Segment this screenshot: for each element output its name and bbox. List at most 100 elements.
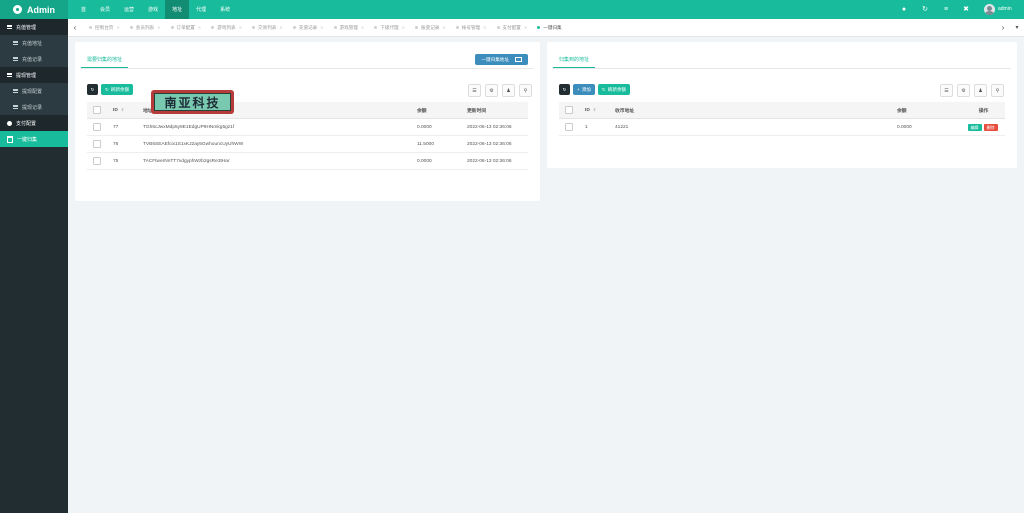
circle-icon[interactable]: ● (899, 4, 909, 14)
tab-game-mgmt[interactable]: 游戏管理 ✕ (329, 19, 370, 36)
edit-button[interactable]: 编辑 (967, 123, 982, 131)
panel-header: 需要归集的地址 一键归集地址 (81, 52, 534, 69)
sidebar-item-recharge-records[interactable]: 充值记录 (0, 51, 68, 67)
cell-address: TVB6SEAEfcix1S1xKJ2ay5GwhouncUyUhWW (142, 135, 416, 153)
button-label: 一键归集地址 (481, 56, 509, 62)
topnav-item-games[interactable]: 游戏 (141, 0, 165, 19)
chevron-down-icon[interactable]: ▾ (1010, 19, 1024, 36)
close-icon[interactable]: ✕ (320, 25, 323, 30)
column-header-id[interactable]: ID ⇕ (112, 102, 142, 119)
plus-icon: + (577, 87, 580, 92)
refresh-icon: ↻ (601, 86, 606, 92)
close-icon[interactable]: ✕ (483, 25, 486, 30)
chevron-right-icon[interactable]: › (996, 19, 1010, 36)
close-icon[interactable]: ✕ (157, 25, 160, 30)
username[interactable]: admin (998, 6, 1012, 12)
select-all-checkbox[interactable] (93, 106, 101, 114)
close-icon[interactable]: ✕ (239, 25, 242, 30)
sidebar-item-recharge-mgmt[interactable]: 充值管理 (0, 19, 68, 35)
add-button[interactable]: + 添加 (573, 84, 595, 95)
column-header-id[interactable]: ID ⇕ (584, 102, 614, 119)
logo[interactable]: Admin (0, 0, 68, 19)
refresh-button[interactable]: ↻ (87, 84, 98, 95)
column-label: 余额 (417, 108, 427, 114)
card-icon (515, 57, 522, 62)
tab-sub-agents[interactable]: 下级代理 ✕ (369, 19, 410, 36)
columns-icon[interactable]: ☰ (940, 84, 953, 97)
avatar[interactable] (984, 4, 995, 15)
menu-icon[interactable]: ≡ (941, 4, 951, 14)
panel-header: 归集到的地址 (553, 52, 1011, 69)
delete-button[interactable]: 删除 (983, 123, 998, 131)
sidebar-item-withdraw-records[interactable]: 提现记录 (0, 99, 68, 115)
sidebar: 充值管理 充值地址 充值记录 提现管理 提现配置 提现记录 支付配置 一键归集 (0, 19, 68, 513)
tab-order-config[interactable]: 订单配置 ✕ (166, 19, 207, 36)
user-icon[interactable]: ♟ (502, 84, 515, 97)
tab-dashboard[interactable]: 控制台页 ✕ (84, 19, 125, 36)
gear-icon[interactable]: ⚙ (485, 84, 498, 97)
row-checkbox[interactable] (93, 157, 101, 165)
select-all-checkbox[interactable] (565, 106, 573, 114)
sidebar-item-withdraw-mgmt[interactable]: 提现管理 (0, 67, 68, 83)
user-icon[interactable]: ♟ (974, 84, 987, 97)
refresh-icon[interactable]: ↻ (920, 4, 930, 14)
tab-recharge-records[interactable]: 充值记录 ✕ (288, 19, 329, 36)
close-icon[interactable]: ✕ (361, 25, 364, 30)
logo-icon (13, 5, 22, 14)
chevron-left-icon[interactable]: ‹ (68, 19, 82, 36)
tab-label: 交易列表 (258, 24, 277, 30)
topnav-item-address[interactable]: 地址 (165, 0, 190, 19)
table-row[interactable]: 1 41221 0.0000 编辑 删除 (559, 118, 1005, 136)
row-checkbox[interactable] (93, 123, 101, 131)
table-row[interactable]: 75 TACFtwerNnTT7vdgyphWzb2gsRe3tHar 0.00… (87, 152, 528, 170)
column-header-address: 收币地址 (614, 102, 896, 119)
row-checkbox[interactable] (93, 140, 101, 148)
cell-updated: 2022-06-13 02:36:06 (466, 135, 528, 153)
topnav-item-agents[interactable]: 代理 (189, 0, 213, 19)
tab-label: 账变记录 (421, 24, 440, 30)
gear-icon[interactable]: ⚙ (957, 84, 970, 97)
search-icon[interactable]: ⚲ (991, 84, 1004, 97)
tab-game-list[interactable]: 游戏列表 ✕ (206, 19, 247, 36)
refresh-button[interactable]: ↻ (559, 84, 570, 95)
topnav-item-system[interactable]: 系统 (213, 0, 237, 19)
tab-balance-changes[interactable]: 账变记录 ✕ (410, 19, 451, 36)
row-checkbox[interactable] (565, 123, 573, 131)
close-icon[interactable]: ✕ (402, 25, 405, 30)
close-icon[interactable]: ✕ (524, 25, 527, 30)
topnav-item-members[interactable]: 会员 (93, 0, 117, 19)
cell-id: 77 (112, 118, 142, 136)
topnav-item-operations[interactable]: 运营 (117, 0, 141, 19)
one-click-collect-button[interactable]: 一键归集地址 (475, 54, 528, 65)
table-row[interactable]: 77 TGh6cJwxMdp5y9E1EdgUP9HNmkg5gz1f 0.00… (87, 118, 528, 136)
topnav-item-home[interactable]: 首 (74, 0, 93, 19)
dot-icon (496, 26, 500, 29)
close-icon[interactable]: ✕ (116, 25, 119, 30)
close-icon[interactable]: ✕ (279, 25, 282, 30)
target-address-panel: 归集到的地址 ↻ + 添加 ↻ 刷新余额 ☰ ⚙ ♟ ⚲ ID ⇕ 收币地址 余额 操… (547, 42, 1017, 168)
refresh-balance-button[interactable]: ↻ 刷新余额 (597, 84, 631, 95)
sidebar-item-one-click-collect[interactable]: 一键归集 (0, 131, 68, 147)
tab-member-list[interactable]: 会员列表 ✕ (125, 19, 166, 36)
tab-trade-list[interactable]: 交易列表 ✕ (247, 19, 288, 36)
list-icon (7, 25, 12, 29)
search-icon[interactable]: ⚲ (519, 84, 532, 97)
sidebar-item-recharge-address[interactable]: 充值地址 (0, 35, 68, 51)
close-icon[interactable]: ✕ (198, 25, 201, 30)
dot-icon (415, 26, 418, 29)
panel-tab-title[interactable]: 归集到的地址 (553, 52, 596, 68)
close-icon[interactable]: ✕ (442, 25, 445, 30)
table-row[interactable]: 76 TVB6SEAEfcix1S1xKJ2ay5GwhouncUyUhWW 1… (87, 135, 528, 153)
columns-icon[interactable]: ☰ (468, 84, 481, 97)
panel-tab-title[interactable]: 需要归集的地址 (81, 52, 129, 68)
sidebar-item-payment-config[interactable]: 支付配置 (0, 115, 68, 131)
tab-account-mgmt[interactable]: 帐号管理 ✕ (451, 19, 492, 36)
sidebar-item-withdraw-config[interactable]: 提现配置 (0, 83, 68, 99)
tab-one-click-collect[interactable]: 一键归集 (532, 19, 566, 36)
sidebar-item-label: 充值管理 (16, 24, 37, 31)
table-header-row: ID ⇕ 收币地址 余额 操作 (559, 102, 1005, 119)
refresh-balance-button[interactable]: ↻ 刷新余额 (101, 84, 134, 95)
fullscreen-icon[interactable]: ✖ (961, 4, 971, 14)
column-label: ID (585, 108, 590, 113)
tab-payment-config[interactable]: 支付配置 ✕ (492, 19, 533, 36)
